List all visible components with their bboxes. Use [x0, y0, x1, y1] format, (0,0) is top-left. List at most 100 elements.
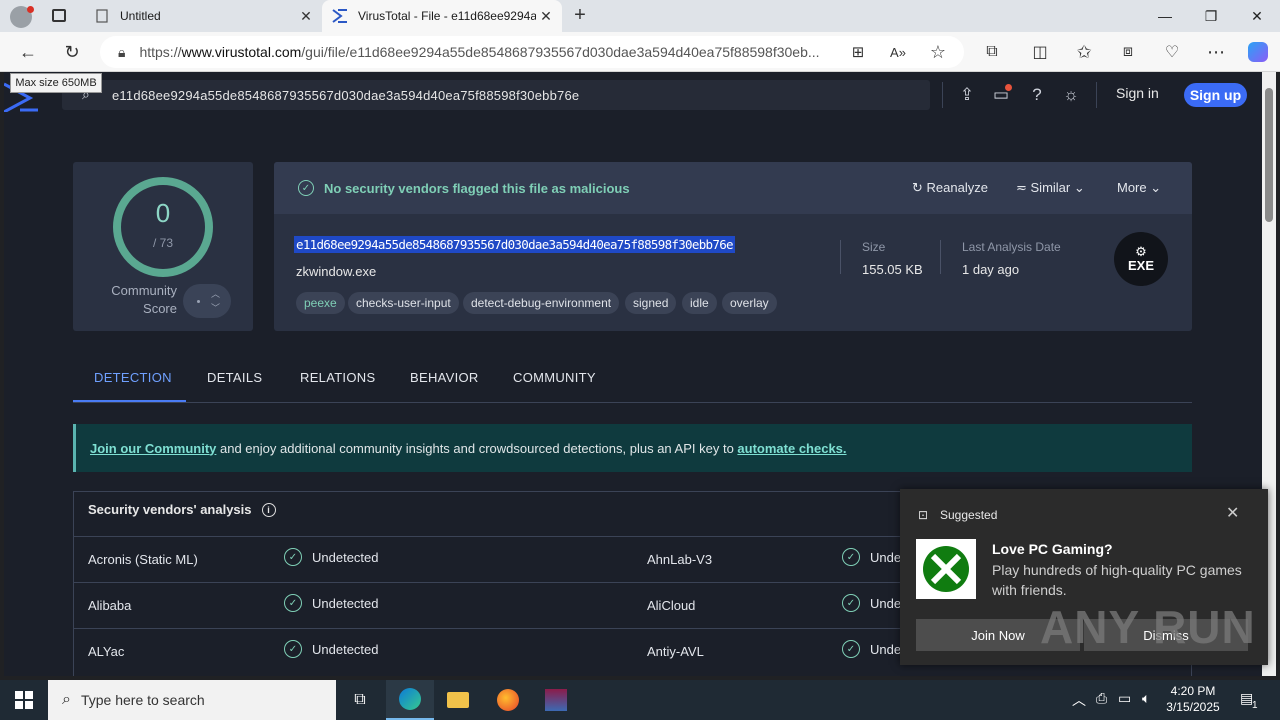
vt-header: ⌕ e11d68ee9294a55de8548687935567d030dae3…	[4, 72, 1262, 120]
theme-toggle-icon[interactable]: ☼	[1056, 80, 1086, 110]
search-value: e11d68ee9294a55de8548687935567d030dae3a5…	[112, 87, 580, 103]
tab-details[interactable]: DETAILS	[207, 370, 262, 385]
status-label: Unde	[870, 641, 902, 657]
close-icon[interactable]: ✕	[1226, 503, 1239, 523]
vendors-title: Security vendors' analysis i	[88, 502, 276, 517]
last-analysis-label: Last Analysis Date	[962, 240, 1061, 254]
search-input[interactable]: ⌕ e11d68ee9294a55de8548687935567d030dae3…	[62, 80, 930, 110]
split-screen-icon[interactable]: ◫	[1022, 32, 1058, 72]
favorite-star-icon[interactable]: ☆	[920, 32, 956, 72]
device-icon[interactable]: ⎙	[1096, 690, 1107, 707]
sign-in-link[interactable]: Sign in	[1116, 85, 1159, 101]
file-hash[interactable]: e11d68ee9294a55de8548687935567d030dae3a5…	[294, 236, 735, 253]
firefox-icon[interactable]	[484, 680, 532, 720]
chat-icon[interactable]: ▭	[986, 80, 1016, 110]
browser-essentials-icon[interactable]: ♡	[1154, 32, 1190, 72]
reanalyze-button[interactable]: ↻ Reanalyze	[912, 180, 988, 196]
vendor-status: ✓ Unde	[842, 548, 901, 566]
close-window-button[interactable]: ✕	[1234, 0, 1280, 32]
anyrun-watermark: ANY RUN	[1040, 601, 1256, 653]
collections-icon[interactable]: ⧈	[1110, 32, 1146, 72]
settings-more-icon[interactable]: ⋯	[1198, 32, 1234, 72]
address-bar[interactable]: 🔒︎ https://www.virustotal.com/gui/file/e…	[100, 36, 964, 68]
reanalyze-icon: ↻	[912, 180, 927, 195]
vendor-name: Alibaba	[88, 598, 132, 613]
extensions-icon[interactable]: ⧉	[974, 32, 1010, 72]
info-icon[interactable]: i	[261, 502, 276, 517]
file-explorer-icon[interactable]	[434, 680, 482, 720]
notification-dot	[1005, 84, 1012, 91]
clock-time: 4:20 PM	[1170, 684, 1216, 698]
notification-title: Love PC Gaming?	[992, 541, 1113, 557]
new-tab-button[interactable]: +	[568, 4, 592, 28]
vendor-name: ALYac	[88, 644, 125, 659]
close-tab-icon[interactable]: ✕	[536, 8, 556, 25]
vendors-title-text: Security vendors' analysis	[88, 502, 252, 517]
volume-icon[interactable]: 🔈︎	[1142, 690, 1150, 707]
more-label: More	[1117, 180, 1147, 195]
vendor-name: Acronis (Static ML)	[88, 552, 198, 567]
help-icon[interactable]: ?	[1022, 80, 1052, 110]
vendor-status: ✓ Unde	[842, 640, 901, 658]
detection-total: / 73	[152, 236, 173, 250]
vote-down-icon[interactable]: ﹀	[211, 301, 220, 314]
clock-date: 3/15/2025	[1166, 700, 1220, 714]
url-host: www.virustotal.com	[181, 44, 302, 60]
tag-signed[interactable]: signed	[625, 292, 677, 314]
similar-button[interactable]: ≂ Similar ⌄	[1016, 180, 1085, 196]
tag-overlay[interactable]: overlay	[722, 292, 777, 314]
tag-peexe[interactable]: peexe	[296, 292, 345, 314]
tag-idle[interactable]: idle	[682, 292, 717, 314]
divider	[840, 240, 841, 274]
gears-icon: ⚙︎	[1135, 244, 1147, 259]
community-vote-toggle[interactable]: ︿ ﹀	[183, 284, 231, 318]
network-icon[interactable]: ▭	[1118, 690, 1131, 707]
sign-up-button[interactable]: Sign up	[1184, 83, 1247, 107]
favorites-icon[interactable]: ✩	[1066, 32, 1102, 72]
copilot-icon[interactable]	[1240, 32, 1276, 72]
tab-virustotal[interactable]: VirusTotal - File - e11d68ee9294a55 ✕	[322, 0, 562, 32]
notification-body: Play hundreds of high-quality PC games w…	[992, 562, 1242, 598]
tag-detect-debug-environment[interactable]: detect-debug-environment	[463, 292, 620, 314]
tab-actions-icon[interactable]	[52, 9, 66, 22]
check-circle-icon: ✓	[842, 594, 860, 612]
vendor-name: Antiy-AVL	[647, 644, 704, 659]
edge-icon[interactable]	[386, 680, 434, 720]
tab-behavior[interactable]: BEHAVIOR	[410, 370, 479, 385]
upload-icon[interactable]: ⇪	[952, 80, 982, 110]
app-available-icon[interactable]: ⊞	[840, 32, 876, 72]
search-icon: ⌕	[62, 691, 71, 708]
tab-relations[interactable]: RELATIONS	[300, 370, 375, 385]
tab-detection[interactable]: DETECTION	[94, 370, 172, 385]
notification-app-icon: ⊡	[918, 508, 929, 522]
check-circle-icon: ✓	[284, 640, 302, 658]
minimize-button[interactable]: —	[1142, 0, 1188, 32]
vote-dot	[197, 300, 200, 303]
tab-untitled[interactable]: Untitled ✕	[84, 0, 322, 32]
read-aloud-icon[interactable]: A»	[880, 32, 916, 72]
back-button[interactable]: ←	[10, 32, 46, 72]
join-community-link[interactable]: Join our Community	[90, 441, 216, 456]
chevron-down-icon: ⌄	[1070, 180, 1085, 195]
winrar-icon[interactable]	[532, 680, 580, 720]
more-button[interactable]: More ⌄	[1117, 180, 1161, 196]
header-divider	[1096, 82, 1097, 108]
tag-checks-user-input[interactable]: checks-user-input	[348, 292, 459, 314]
taskbar-search[interactable]: ⌕ Type here to search	[48, 680, 336, 720]
task-view-icon[interactable]: ⧉	[336, 680, 384, 720]
check-circle-icon: ✓	[284, 594, 302, 612]
restore-button[interactable]: ❐	[1188, 0, 1234, 32]
scrollbar-thumb[interactable]	[1265, 88, 1273, 222]
community-text: and enjoy additional community insights …	[216, 440, 738, 456]
url-path: /gui/file/e11d68ee9294a55de8548687935567…	[301, 44, 820, 60]
automate-checks-link[interactable]: automate checks.	[737, 441, 846, 456]
taskbar-search-placeholder: Type here to search	[80, 692, 205, 708]
tab-community[interactable]: COMMUNITY	[513, 370, 596, 385]
chevron-up-icon[interactable]: ︿	[1072, 690, 1086, 710]
vote-up-icon[interactable]: ︿	[211, 287, 220, 300]
profile-badge	[27, 6, 34, 13]
clock[interactable]: 4:20 PM 3/15/2025	[1158, 683, 1228, 715]
refresh-button[interactable]: ↻	[54, 32, 90, 72]
windows-start-icon[interactable]	[0, 680, 48, 720]
close-tab-icon[interactable]: ✕	[296, 8, 316, 25]
